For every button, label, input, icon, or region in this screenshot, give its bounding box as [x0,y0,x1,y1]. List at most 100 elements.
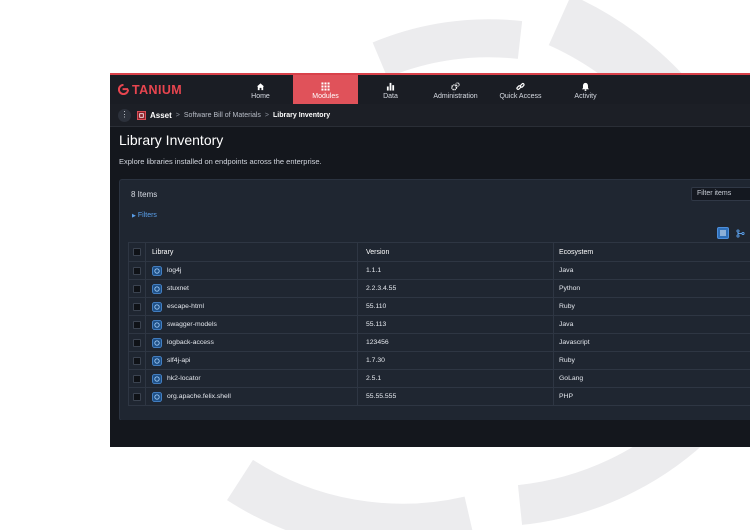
row-select-cell [128,388,146,405]
row-select-cell [128,298,146,315]
nav-modules-label: Modules [312,92,339,100]
library-cell: logback-access [146,334,358,351]
breadcrumb: ⋮ Asset > Software Bill of Materials > L… [110,104,750,127]
library-name: slf4j-api [167,357,191,364]
table-row[interactable]: swagger-models 55.113 Java [128,316,750,334]
column-settings-button[interactable] [717,227,729,239]
version-cell: 1.1.1 [358,262,554,279]
row-checkbox[interactable] [133,356,141,365]
library-name: log4j [167,267,182,274]
library-package-icon [152,265,162,276]
breadcrumb-separator: > [175,111,180,119]
filter-items-input[interactable]: Filter items [691,187,750,201]
table-row[interactable]: slf4j-api 1.7.30 Ruby [128,352,750,370]
library-name: stuxnet [167,285,189,292]
table-row[interactable]: hk2-locator 2.5.1 GoLang [128,370,750,388]
breadcrumb-module[interactable]: Asset [150,111,172,120]
table-row[interactable]: org.apache.felix.shell 55.55.555 PHP [128,388,750,406]
bar-chart-icon [386,82,395,91]
footer-area [110,420,750,447]
app-window: TANIUM Home Modules Data Administration … [110,73,750,447]
brand-logo[interactable]: TANIUM [110,75,228,104]
breadcrumb-separator: > [264,111,270,119]
row-checkbox[interactable] [133,284,141,293]
row-select-cell [128,262,146,279]
row-select-cell [128,316,146,333]
asset-module-icon [137,110,146,120]
breadcrumb-current: Library Inventory [273,111,331,119]
library-name: escape-html [167,303,205,310]
table-row[interactable]: log4j 1.1.1 Java [128,262,750,280]
select-all-checkbox[interactable] [133,248,141,256]
table-row[interactable]: stuxnet 2.2.3.4.55 Python [128,280,750,298]
top-navigation: TANIUM Home Modules Data Administration … [110,75,750,104]
version-cell: 123456 [358,334,554,351]
row-checkbox[interactable] [133,266,141,275]
library-table: Library Version Ecosystem log4j 1.1.1 Java… [128,242,750,406]
ecosystem-cell: Python [559,285,581,292]
table-row[interactable]: escape-html 55.110 Ruby [128,298,750,316]
version-cell: 55.55.555 [358,388,554,405]
branch-icon [735,228,745,238]
library-name: org.apache.felix.shell [167,393,231,400]
nav-modules[interactable]: Modules [293,75,358,104]
library-name: hk2-locator [167,375,201,382]
ecosystem-cell: Ruby [559,303,575,310]
select-all-cell [128,243,146,261]
nav-data-label: Data [383,92,398,100]
ecosystem-cell: Ruby [559,357,575,364]
library-package-icon [152,391,162,402]
library-cell: escape-html [146,298,358,315]
library-name: logback-access [167,339,214,346]
link-icon [516,82,525,90]
library-package-icon [152,319,162,330]
library-cell: stuxnet [146,280,358,297]
nav-quick-access-label: Quick Access [499,92,542,100]
breadcrumb-sbom[interactable]: Software Bill of Materials [184,112,261,119]
home-icon [256,82,265,90]
inventory-panel: 8 Items Filter items ▶ Filters Library Ve… [119,179,750,421]
columns-icon [720,230,726,236]
grid-icon [321,81,330,91]
nav-quick-access[interactable]: Quick Access [488,75,553,104]
ecosystem-cell: GoLang [559,375,584,382]
version-cell: 1.7.30 [358,352,554,369]
bell-icon [581,82,590,91]
filters-toggle[interactable]: ▶ Filters [132,212,157,219]
column-header-ecosystem[interactable]: Ecosystem [554,243,750,261]
row-checkbox[interactable] [133,374,141,383]
library-cell: log4j [146,262,358,279]
row-checkbox[interactable] [133,302,141,311]
column-header-version[interactable]: Version [358,243,554,261]
row-checkbox[interactable] [133,392,141,401]
table-row[interactable]: logback-access 123456 Javascript [128,334,750,352]
nav-activity[interactable]: Activity [553,75,618,104]
group-by-button[interactable] [734,227,746,239]
library-package-icon [152,355,162,366]
library-cell: org.apache.felix.shell [146,388,358,405]
version-cell: 55.113 [358,316,554,333]
more-options-icon[interactable]: ⋮ [118,108,131,122]
table-header: Library Version Ecosystem [128,242,750,262]
row-checkbox[interactable] [133,338,141,347]
library-package-icon [152,373,162,384]
column-header-library[interactable]: Library [146,243,358,261]
nav-administration[interactable]: Administration [423,75,488,104]
library-cell: hk2-locator [146,370,358,387]
nav-home-label: Home [251,92,270,100]
nav-activity-label: Activity [574,92,597,100]
nav-home[interactable]: Home [228,75,293,104]
library-name: swagger-models [167,321,217,328]
row-select-cell [128,352,146,369]
page-title: Library Inventory [119,132,224,148]
chevron-right-icon: ▶ [132,213,136,219]
gears-icon [451,81,460,90]
library-package-icon [152,301,162,312]
nav-data[interactable]: Data [358,75,423,104]
ecosystem-cell: Java [559,267,574,274]
row-checkbox[interactable] [133,320,141,329]
row-select-cell [128,370,146,387]
table-body: log4j 1.1.1 Java stuxnet 2.2.3.4.55 Python esc… [128,262,750,406]
version-cell: 2.2.3.4.55 [358,280,554,297]
nav-administration-label: Administration [433,92,478,100]
